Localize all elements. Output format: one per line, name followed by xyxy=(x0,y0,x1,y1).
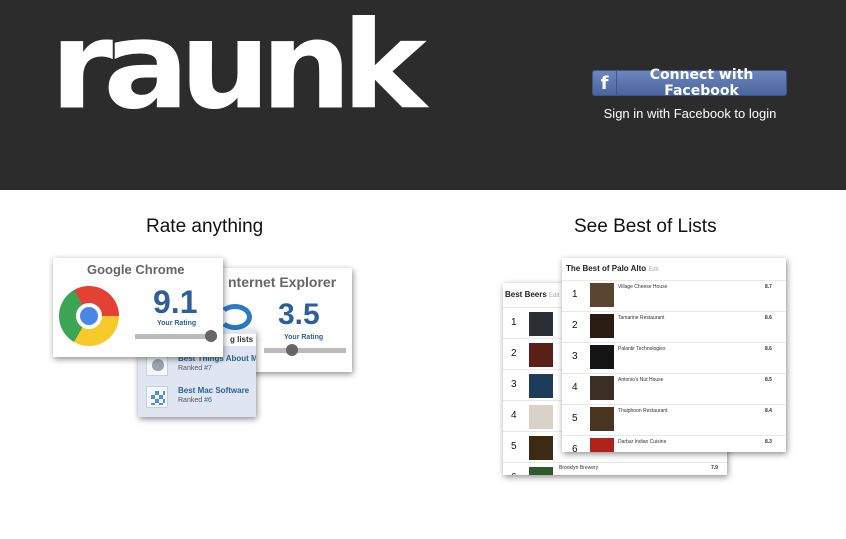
beer-thumbnail xyxy=(529,312,553,336)
row-rank: 5 xyxy=(572,413,578,424)
palo-alto-title: The Best of Palo Alto Edit xyxy=(566,264,659,273)
beer-thumbnail xyxy=(529,374,553,398)
row-name: Darbar Indian Cuisine xyxy=(618,439,667,445)
best-of-lists-heading: See Best of Lists xyxy=(574,216,717,237)
chrome-rating-card: Google Chrome 9.1 Your Rating xyxy=(53,258,223,357)
row-score: 8.7 xyxy=(765,284,772,290)
row-score: 8.4 xyxy=(765,408,772,414)
place-thumbnail xyxy=(590,376,614,400)
connect-facebook-label: Connect with Facebook xyxy=(649,67,754,99)
list-item-name: Best Mac Software xyxy=(178,386,250,395)
ie-logo-icon xyxy=(218,304,252,330)
row-rank: 4 xyxy=(572,382,578,393)
row-name: Village Cheese House xyxy=(618,284,668,290)
row-score: 7.9 xyxy=(711,465,718,471)
best-of-palo-alto-card: The Best of Palo Alto Edit 1 Village Chee… xyxy=(562,258,786,452)
apple-icon xyxy=(146,354,168,376)
place-thumbnail xyxy=(590,438,614,452)
beer-thumbnail xyxy=(529,343,553,367)
table-row: 1 Village Cheese House 8.7 xyxy=(562,280,786,311)
table-row: 3 Palantir Technologies 8.6 xyxy=(562,342,786,373)
table-row: 2 Tamarine Restaurant 8.6 xyxy=(562,311,786,342)
rate-anything-heading: Rate anything xyxy=(146,216,264,237)
row-rank: 6 xyxy=(511,472,517,475)
ie-rating-slider-track xyxy=(264,348,346,353)
list-item-rank: Ranked #7 xyxy=(178,365,212,372)
row-score: 8.5 xyxy=(765,377,772,383)
chrome-rating-label: Your Rating xyxy=(157,320,197,327)
place-thumbnail xyxy=(590,283,614,307)
row-rank: 2 xyxy=(511,348,517,359)
row-rank: 1 xyxy=(572,289,578,300)
row-rank: 3 xyxy=(511,379,517,390)
row-score: 8.6 xyxy=(765,315,772,321)
beer-thumbnail xyxy=(529,405,553,429)
chrome-logo-icon xyxy=(59,286,119,346)
table-row: 5 Thaiphoon Restaurant 8.4 xyxy=(562,404,786,435)
row-name: Brooklyn Brewery xyxy=(559,465,599,471)
ie-score: 3.5 xyxy=(278,298,320,331)
row-rank: 3 xyxy=(572,351,578,362)
header: raunk f Connect with Facebook Sign in wi… xyxy=(0,0,846,190)
ie-rating-slider-knob xyxy=(286,344,298,356)
signin-hint: Sign in with Facebook to login xyxy=(603,106,777,121)
row-rank: 5 xyxy=(511,441,517,452)
table-row: 6 Brooklyn Brewery 7.9 xyxy=(503,462,727,475)
facebook-icon: f xyxy=(593,71,617,95)
best-beers-title: Best Beers Edit xyxy=(505,290,560,299)
row-name: Tamarine Restaurant xyxy=(618,315,665,321)
row-name: Palantir Technologies xyxy=(618,346,666,352)
place-thumbnail xyxy=(590,345,614,369)
row-rank: 1 xyxy=(511,317,517,328)
beer-thumbnail xyxy=(529,436,553,460)
chrome-card-title: Google Chrome xyxy=(87,262,185,277)
place-thumbnail xyxy=(590,314,614,338)
table-row: 6 Darbar Indian Cuisine 8.3 xyxy=(562,435,786,452)
chrome-score: 9.1 xyxy=(153,284,198,320)
row-score: 8.3 xyxy=(765,439,772,445)
dropbox-icon xyxy=(146,386,168,408)
ie-card-title: nternet Explorer xyxy=(228,274,337,290)
connect-facebook-button[interactable]: f Connect with Facebook xyxy=(592,67,787,99)
raunk-logo[interactable]: raunk xyxy=(50,6,427,128)
row-rank: 6 xyxy=(572,444,578,452)
row-rank: 2 xyxy=(572,320,578,331)
row-name: Thaiphoon Restaurant xyxy=(618,408,668,414)
list-item: Best Mac Software Ranked #6 xyxy=(142,382,254,410)
list-item-rank: Ranked #6 xyxy=(178,397,212,404)
beer-thumbnail xyxy=(529,467,553,475)
table-row: 4 Antonio's Nut House 8.5 xyxy=(562,373,786,404)
place-thumbnail xyxy=(590,407,614,431)
chrome-rating-slider-knob xyxy=(205,330,217,342)
row-rank: 4 xyxy=(511,410,517,421)
row-name: Antonio's Nut House xyxy=(618,377,664,383)
ie-rating-label: Your Rating xyxy=(284,334,324,341)
row-score: 8.6 xyxy=(765,346,772,352)
